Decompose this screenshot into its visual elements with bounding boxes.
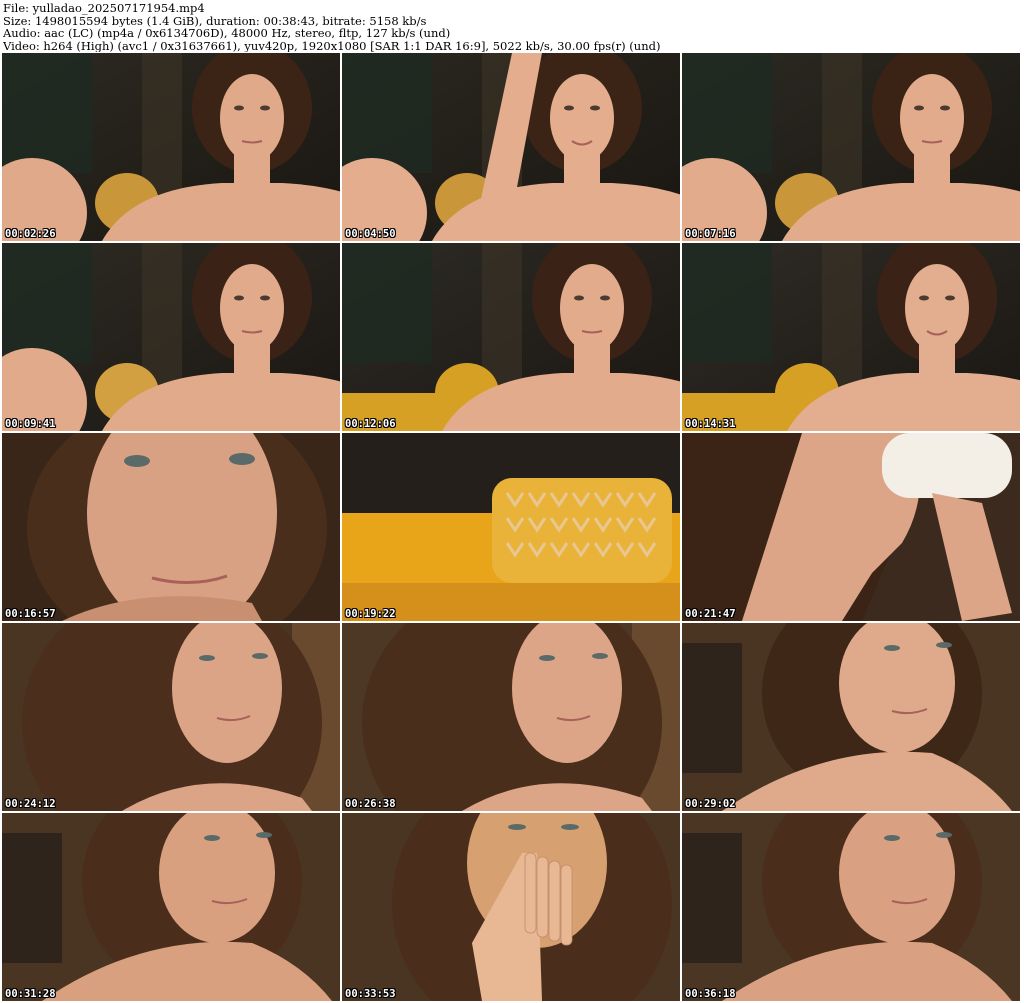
frame-timestamp: 00:19:22 bbox=[345, 608, 396, 620]
audio-info-line: Audio: aac (LC) (mp4a / 0x6134706D), 480… bbox=[3, 27, 451, 40]
frame-timestamp: 00:04:50 bbox=[345, 228, 396, 240]
frame-timestamp: 00:36:18 bbox=[685, 988, 736, 1000]
video-frame-thumbnail: 00:24:12 bbox=[2, 623, 340, 811]
frame-image bbox=[2, 623, 340, 811]
frame-timestamp: 00:21:47 bbox=[685, 608, 736, 620]
file-info-header: File: yulladao_202507171954.mp4 Size: 14… bbox=[3, 2, 1021, 52]
video-frame-thumbnail: 00:09:41 bbox=[2, 243, 340, 431]
video-frame-thumbnail: 00:12:06 bbox=[342, 243, 680, 431]
video-frame-thumbnail: 00:19:22 bbox=[342, 433, 680, 621]
video-frame-thumbnail: 00:14:31 bbox=[682, 243, 1020, 431]
frame-timestamp: 00:26:38 bbox=[345, 798, 396, 810]
frame-image bbox=[342, 53, 680, 241]
frame-image bbox=[342, 243, 680, 431]
frame-image bbox=[682, 53, 1020, 241]
video-frame-thumbnail: 00:16:57 bbox=[2, 433, 340, 621]
frame-image bbox=[682, 433, 1020, 621]
frame-timestamp: 00:33:53 bbox=[345, 988, 396, 1000]
video-frame-thumbnail: 00:33:53 bbox=[342, 813, 680, 1001]
video-frame-thumbnail: 00:29:02 bbox=[682, 623, 1020, 811]
frame-image bbox=[342, 433, 680, 621]
frame-timestamp: 00:24:12 bbox=[5, 798, 56, 810]
frame-image bbox=[2, 433, 340, 621]
frame-timestamp: 00:31:28 bbox=[5, 988, 56, 1000]
frame-image bbox=[682, 243, 1020, 431]
frame-timestamp: 00:02:26 bbox=[5, 228, 56, 240]
frame-timestamp: 00:07:16 bbox=[685, 228, 736, 240]
frame-timestamp: 00:16:57 bbox=[5, 608, 56, 620]
frame-timestamp: 00:09:41 bbox=[5, 418, 56, 430]
thumbnail-grid: 00:02:26 00:04:50 00:07:16 00:09:41 00:12:06… bbox=[2, 53, 1022, 1001]
frame-image bbox=[2, 813, 340, 1001]
video-frame-thumbnail: 00:21:47 bbox=[682, 433, 1020, 621]
frame-image bbox=[2, 53, 340, 241]
frame-timestamp: 00:14:31 bbox=[685, 418, 736, 430]
frame-timestamp: 00:12:06 bbox=[345, 418, 396, 430]
video-frame-thumbnail: 00:04:50 bbox=[342, 53, 680, 241]
frame-image bbox=[2, 243, 340, 431]
file-size-line: Size: 1498015594 bytes (1.4 GiB), durati… bbox=[3, 14, 427, 27]
file-name-line: File: yulladao_202507171954.mp4 bbox=[3, 2, 205, 15]
video-frame-thumbnail: 00:36:18 bbox=[682, 813, 1020, 1001]
frame-timestamp: 00:29:02 bbox=[685, 798, 736, 810]
frame-image bbox=[342, 623, 680, 811]
video-frame-thumbnail: 00:02:26 bbox=[2, 53, 340, 241]
frame-image bbox=[682, 813, 1020, 1001]
frame-image bbox=[682, 623, 1020, 811]
video-frame-thumbnail: 00:31:28 bbox=[2, 813, 340, 1001]
video-frame-thumbnail: 00:26:38 bbox=[342, 623, 680, 811]
frame-image bbox=[342, 813, 680, 1001]
video-frame-thumbnail: 00:07:16 bbox=[682, 53, 1020, 241]
video-info-line: Video: h264 (High) (avc1 / 0x31637661), … bbox=[3, 39, 661, 52]
